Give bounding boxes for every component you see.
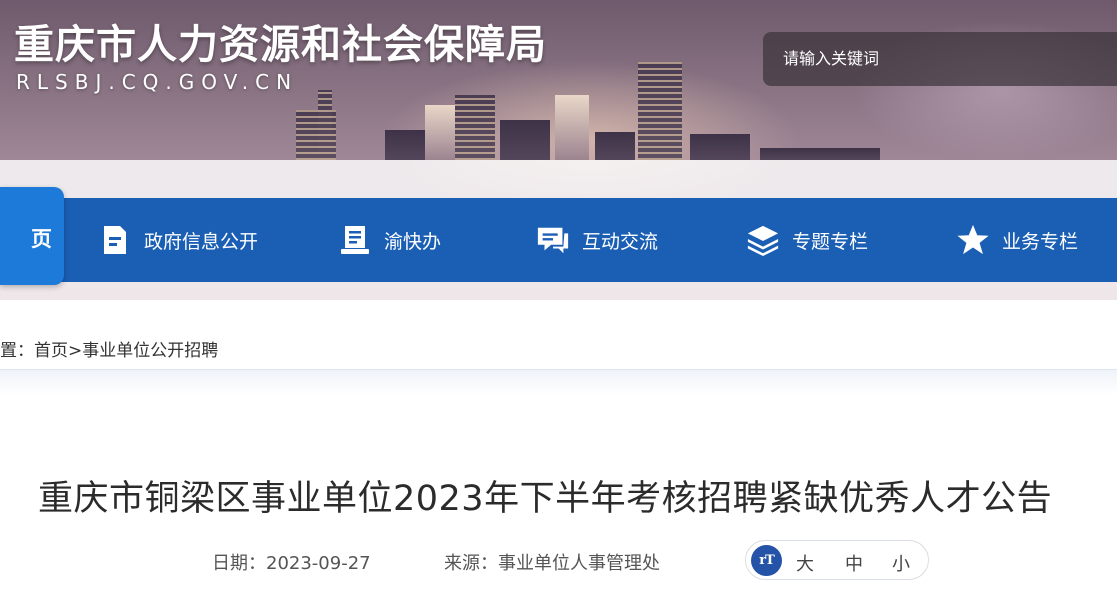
article-source: 来源：事业单位人事管理处	[444, 549, 660, 575]
search-input[interactable]: 请输入关键词	[763, 32, 1117, 86]
nav-item-label: 渝快办	[384, 230, 442, 253]
nav-home-label: 页	[31, 227, 52, 251]
nav-home-tab[interactable]: 页	[0, 187, 64, 285]
breadcrumb-home-link[interactable]: 首页	[34, 341, 68, 361]
document-icon	[98, 223, 132, 257]
font-size-control: rT 大 中 小	[745, 540, 929, 580]
breadcrumb-shadow	[0, 370, 1117, 396]
nav-item-interaction[interactable]: 互动交流	[536, 198, 658, 282]
nav-item-special-topics[interactable]: 专题专栏	[746, 198, 868, 282]
nav-item-business[interactable]: 业务专栏	[956, 198, 1078, 282]
star-icon	[956, 223, 990, 257]
chat-icon	[536, 223, 570, 257]
service-desk-icon	[338, 223, 372, 257]
source-label: 来源：	[444, 553, 498, 574]
nav-item-label: 政府信息公开	[144, 230, 259, 253]
nav-item-label: 业务专栏	[1002, 230, 1079, 253]
site-domain: RLSBJ.CQ.GOV.CN	[16, 70, 299, 94]
nav-item-label: 互动交流	[582, 230, 659, 253]
article-title: 重庆市铜梁区事业单位2023年下半年考核招聘紧缺优秀人才公告	[38, 479, 1053, 519]
font-size-small-button[interactable]: 小	[892, 550, 910, 576]
article-date: 日期：2023-09-27	[212, 549, 371, 575]
date-value: 2023-09-27	[266, 553, 371, 574]
font-size-icon: rT	[751, 545, 782, 576]
nav-item-yukuaiban[interactable]: 渝快办	[338, 198, 441, 282]
nav-item-gov-info[interactable]: 政府信息公开	[98, 198, 258, 282]
breadcrumb-separator: >	[68, 341, 83, 361]
font-size-large-button[interactable]: 大	[796, 550, 814, 576]
layers-icon	[746, 223, 780, 257]
site-title[interactable]: 重庆市人力资源和社会保障局	[14, 12, 547, 70]
breadcrumb-current-link[interactable]: 事业单位公开招聘	[82, 341, 218, 361]
breadcrumb-prefix: 置：	[0, 341, 34, 361]
nav-item-label: 专题专栏	[792, 230, 869, 253]
date-label: 日期：	[212, 553, 266, 574]
font-size-medium-button[interactable]: 中	[845, 550, 863, 576]
source-value: 事业单位人事管理处	[498, 553, 660, 574]
breadcrumb: 置：首页>事业单位公开招聘	[0, 336, 218, 361]
